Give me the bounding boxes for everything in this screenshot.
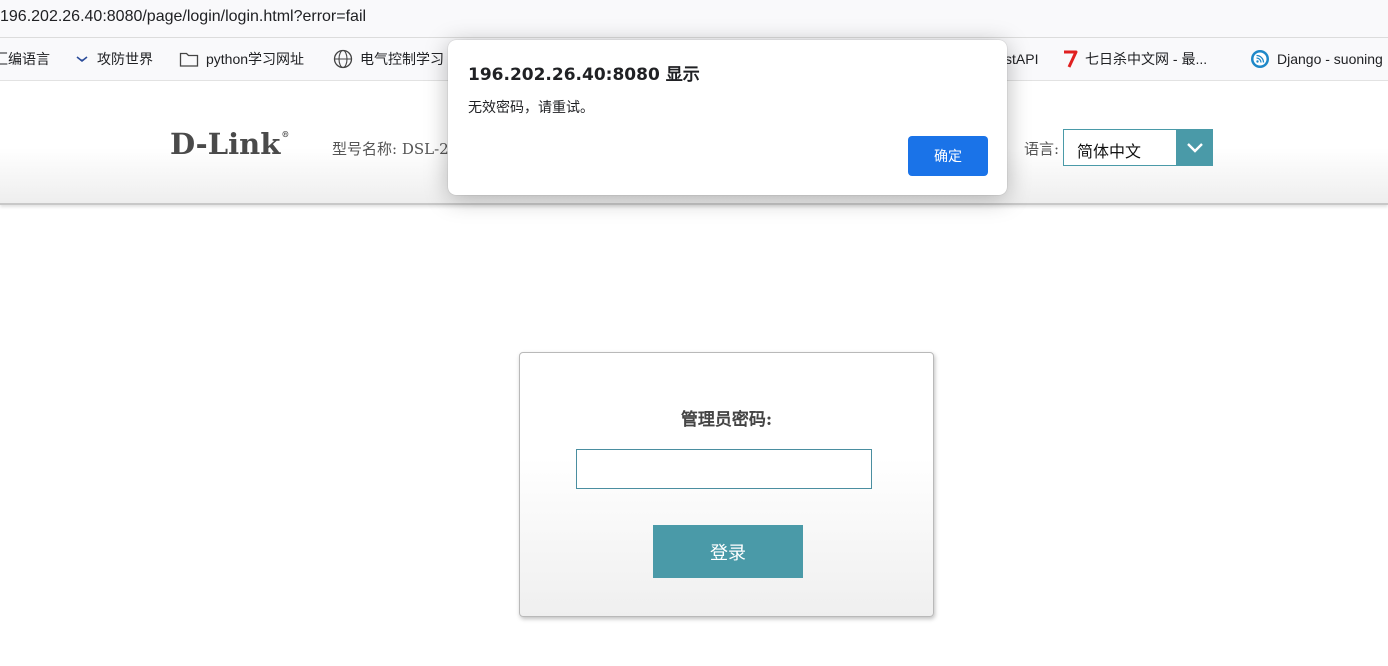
cnblogs-icon	[1250, 49, 1270, 69]
bookmark-django[interactable]: Django - suoning	[1250, 38, 1383, 80]
xctf-icon	[74, 51, 90, 67]
bookmark-label: python学习网址	[206, 51, 305, 67]
ok-button[interactable]: 确定	[908, 136, 988, 176]
bookmark-restapi[interactable]: stAPI	[1005, 38, 1038, 80]
bookmark-label: 攻防世界	[97, 51, 153, 67]
bookmark-label: 电气控制学习	[360, 51, 444, 67]
login-panel: 管理员密码: 登录	[519, 352, 934, 617]
bookmark-label: 七日杀中文网 - 最...	[1085, 51, 1208, 67]
bookmark-electrical[interactable]: 电气控制学习	[333, 38, 444, 80]
password-input[interactable]	[576, 449, 872, 489]
alert-dialog: 196.202.26.40:8080 显示 无效密码，请重试。 确定	[448, 40, 1007, 195]
password-label: 管理员密码:	[680, 410, 773, 430]
bookmark-label: Django - suoning	[1277, 51, 1383, 67]
logo-text: D-Link	[170, 127, 281, 161]
address-url[interactable]: 196.202.26.40:8080/page/login/login.html…	[0, 8, 366, 26]
bookmark-label: stAPI	[1005, 51, 1039, 67]
bookmark-python-folder[interactable]: python学习网址	[179, 38, 304, 80]
logo-registered-mark: ®	[281, 129, 290, 139]
address-bar[interactable]: 196.202.26.40:8080/page/login/login.html…	[0, 0, 1388, 38]
globe-icon	[333, 49, 353, 69]
model-name: 型号名称: DSL-2	[332, 140, 449, 158]
language-select[interactable]: 简体中文	[1063, 129, 1213, 166]
bookmark-assembly[interactable]: 汇编语言	[0, 38, 50, 80]
folder-icon	[179, 50, 199, 68]
seven-icon	[1062, 49, 1078, 69]
dialog-title: 196.202.26.40:8080 显示	[468, 65, 700, 85]
language-label: 语言:	[1024, 140, 1060, 158]
chevron-down-icon[interactable]	[1176, 129, 1213, 166]
bookmark-label: 汇编语言	[0, 51, 50, 67]
dialog-message: 无效密码，请重试。	[468, 100, 594, 116]
bookmark-xctf[interactable]: 攻防世界	[74, 38, 153, 80]
bookmark-7dtd[interactable]: 七日杀中文网 - 最...	[1062, 38, 1207, 80]
login-button[interactable]: 登录	[653, 525, 803, 578]
dlink-logo: D-Link®	[170, 127, 289, 161]
language-value: 简体中文	[1077, 142, 1142, 161]
